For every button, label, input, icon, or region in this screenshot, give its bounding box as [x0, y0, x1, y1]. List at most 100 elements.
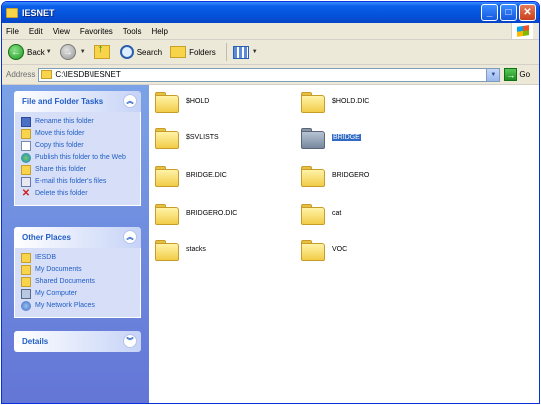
folder-icon [155, 237, 179, 261]
address-bar: Address C:\IESDB\IESNET ▼ → Go [2, 65, 539, 85]
go-button[interactable]: → Go [504, 68, 530, 81]
maximize-button[interactable]: □ [500, 4, 517, 21]
publish-web-icon [21, 153, 31, 163]
folder-item[interactable]: BRIDGERO [301, 163, 369, 187]
explorer-window: IESNET _ □ ✕ File Edit View Favorites To… [1, 1, 540, 404]
collapse-chevron-icon[interactable]: ︽ [123, 94, 137, 108]
folder-item[interactable]: BRIDGE.DIC [155, 163, 227, 187]
file-folder-tasks-panel: File and Folder Tasks ︽ Rename this fold… [14, 91, 141, 206]
panel-title: File and Folder Tasks [22, 97, 104, 106]
place-label: Shared Documents [35, 278, 95, 285]
task-share-folder[interactable]: Share this folder [21, 165, 134, 175]
folder-item[interactable]: stacks [155, 237, 206, 261]
other-places-panel: Other Places ︽ IESDB My Documents Shared… [14, 227, 141, 318]
collapse-chevron-icon[interactable]: ︽ [123, 230, 137, 244]
folder-name: $HOLD [186, 97, 210, 105]
up-folder-icon [93, 43, 110, 59]
forward-button[interactable]: → ▼ [59, 44, 86, 60]
chevron-down-icon[interactable]: ▼ [80, 49, 86, 55]
minimize-button[interactable]: _ [481, 4, 498, 21]
place-iesdb[interactable]: IESDB [21, 253, 134, 263]
network-places-icon [21, 301, 31, 311]
menu-edit[interactable]: Edit [29, 27, 43, 36]
go-label: Go [519, 70, 531, 79]
folder-item[interactable]: $SVLISTS [155, 125, 219, 149]
folder-name: BRIDGERO.DIC [186, 209, 238, 217]
folder-item[interactable]: $HOLD.DIC [301, 89, 369, 113]
up-folder-button[interactable] [93, 43, 112, 59]
folder-item[interactable]: cat [301, 201, 341, 225]
folder-name: BRIDGE.DIC [186, 171, 227, 179]
shared-documents-icon [21, 277, 31, 287]
task-label: Publish this folder to the Web [35, 154, 126, 161]
chevron-down-icon[interactable]: ▼ [252, 49, 258, 55]
place-label: My Network Places [35, 302, 95, 309]
expand-chevron-icon[interactable]: ︾ [123, 334, 137, 348]
task-label: Move this folder [35, 130, 85, 137]
folder-icon [155, 201, 179, 225]
menu-favorites[interactable]: Favorites [80, 27, 113, 36]
folders-button[interactable]: Folders [170, 46, 216, 58]
task-move-folder[interactable]: Move this folder [21, 129, 134, 139]
search-button[interactable]: Search [119, 45, 163, 59]
folder-icon [301, 125, 325, 149]
folder-icon [155, 125, 179, 149]
task-pane: File and Folder Tasks ︽ Rename this fold… [2, 85, 149, 403]
my-computer-icon [21, 289, 31, 299]
other-places-header[interactable]: Other Places ︽ [14, 227, 141, 248]
menu-file[interactable]: File [6, 27, 19, 36]
address-input[interactable]: C:\IESDB\IESNET ▼ [38, 67, 501, 82]
menu-tools[interactable]: Tools [123, 27, 142, 36]
close-button[interactable]: ✕ [519, 4, 536, 21]
search-label: Search [136, 47, 163, 57]
chevron-down-icon[interactable]: ▼ [46, 49, 52, 55]
task-copy-folder[interactable]: Copy this folder [21, 141, 134, 151]
my-documents-icon [21, 265, 31, 275]
folder-name: cat [332, 209, 342, 217]
title-bar[interactable]: IESNET _ □ ✕ [2, 2, 539, 23]
search-icon [119, 45, 134, 59]
task-email-files[interactable]: E-mail this folder's files [21, 177, 134, 187]
folder-name: stacks [186, 245, 206, 253]
back-button[interactable]: ← Back ▼ [8, 44, 52, 60]
place-my-documents[interactable]: My Documents [21, 265, 134, 275]
task-rename-folder[interactable]: Rename this folder [21, 117, 134, 127]
folder-item-selected[interactable]: BRIDGE [301, 125, 361, 149]
place-shared-documents[interactable]: Shared Documents [21, 277, 134, 287]
folder-name: $SVLISTS [186, 133, 219, 141]
folder-icon [155, 163, 179, 187]
folder-item[interactable]: BRIDGERO.DIC [155, 201, 237, 225]
details-header[interactable]: Details ︾ [14, 331, 141, 352]
go-arrow-icon: → [504, 68, 518, 81]
folder-icon [301, 237, 325, 261]
menu-help[interactable]: Help [151, 27, 167, 36]
folder-item[interactable]: VOC [301, 237, 347, 261]
folders-label: Folders [189, 47, 216, 57]
place-my-computer[interactable]: My Computer [21, 289, 134, 299]
menu-view[interactable]: View [53, 27, 70, 36]
folder-view: $HOLD $HOLD.DIC $SVLISTS BRIDGE BRIDGE.D… [149, 85, 539, 403]
views-button[interactable]: ▼ [232, 45, 258, 59]
file-folder-tasks-header[interactable]: File and Folder Tasks ︽ [14, 91, 141, 112]
task-label: Copy this folder [35, 142, 84, 149]
folder-icon [301, 163, 325, 187]
folder-name: VOC [332, 245, 348, 253]
move-icon [21, 129, 31, 139]
panel-title: Details [22, 337, 49, 346]
details-panel: Details ︾ [14, 331, 141, 352]
folder-item[interactable]: $HOLD [155, 89, 209, 113]
place-my-network-places[interactable]: My Network Places [21, 301, 134, 311]
copy-icon [21, 141, 31, 151]
task-publish-folder[interactable]: Publish this folder to the Web [21, 153, 134, 163]
folder-icon [21, 253, 31, 263]
task-delete-folder[interactable]: ✕ Delete this folder [21, 189, 134, 199]
chevron-down-icon[interactable]: ▼ [486, 68, 500, 81]
share-icon [21, 165, 31, 175]
task-label: Rename this folder [35, 118, 94, 125]
address-path: C:\IESDB\IESNET [55, 70, 121, 79]
rename-icon [21, 117, 31, 127]
panel-title: Other Places [22, 233, 71, 242]
delete-icon: ✕ [21, 188, 31, 199]
address-label: Address [6, 70, 36, 79]
task-label: Share this folder [35, 166, 86, 173]
